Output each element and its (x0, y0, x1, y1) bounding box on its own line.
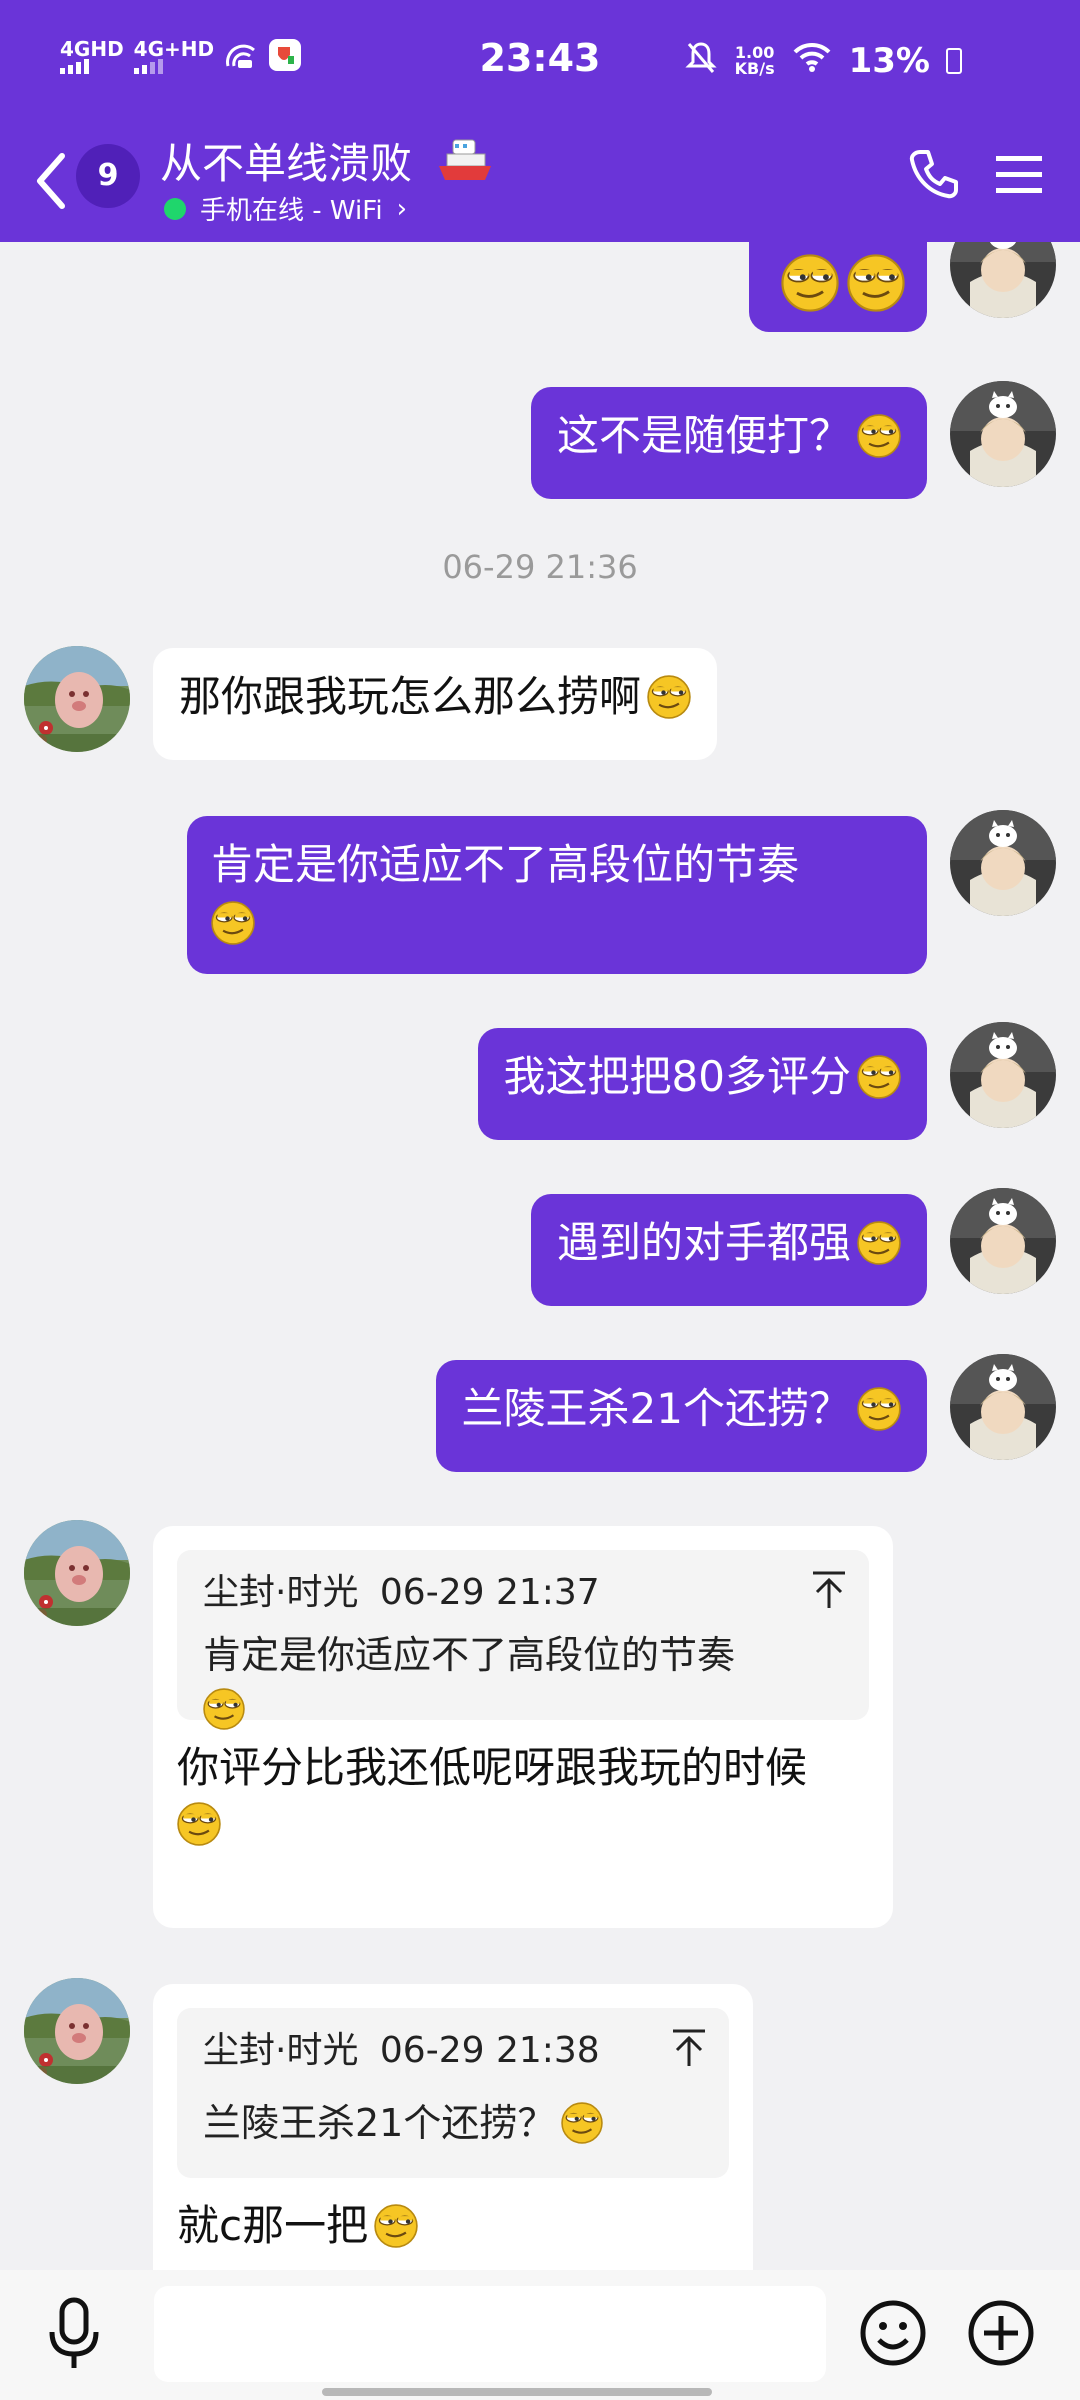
plus-icon (968, 2300, 1034, 2366)
smug-emoji-icon (857, 414, 901, 458)
reply-body: 就c那一把 (177, 2198, 729, 2254)
message-bubble[interactable]: 肯定是你适应不了高段位的节奏 (187, 816, 927, 974)
message-bubble[interactable]: 这不是随便打？ (530, 387, 927, 499)
emoji-icon (860, 2300, 926, 2366)
chat-title[interactable]: 从不单线溃败 (160, 130, 495, 194)
unread-badge[interactable]: 9 (76, 144, 140, 208)
jump-to-quote-icon[interactable] (671, 2028, 707, 2068)
mute-bell-icon (685, 40, 717, 82)
ship-emoji-icon (435, 136, 495, 194)
online-status-text: 手机在线 - WiFi (200, 196, 383, 226)
message-row (0, 242, 1080, 332)
chat-title-text: 从不单线溃败 (160, 139, 413, 188)
smug-emoji-icon (211, 901, 255, 945)
quote-body: 肯定是你适应不了高段位的节奏 (203, 1628, 843, 1736)
quote-header: 尘封·时光 06-29 21:37 (203, 1568, 843, 1618)
input-bar (0, 2270, 1080, 2400)
quote-text: 兰陵王杀21个还捞？ (203, 2101, 556, 2145)
smug-emoji-icon (857, 1387, 901, 1431)
contact-avatar[interactable] (24, 646, 130, 752)
phone-icon (909, 150, 958, 199)
message-bubble-emoji[interactable] (749, 242, 927, 332)
my-avatar[interactable] (950, 810, 1056, 916)
my-avatar[interactable] (950, 1354, 1056, 1460)
reply-message-bubble[interactable]: 尘封·时光 06-29 21:38 兰陵王杀21个还捞？ 就c那一把 (153, 1984, 753, 2270)
network-speed: 1.00 KB/s (735, 45, 775, 77)
smug-emoji-icon (374, 2204, 419, 2248)
my-avatar[interactable] (950, 381, 1056, 487)
quoted-message[interactable]: 尘封·时光 06-29 21:38 兰陵王杀21个还捞？ (177, 2008, 729, 2178)
message-bubble[interactable]: 兰陵王杀21个还捞？ (435, 1360, 927, 1472)
title-row: 9 从不单线溃败 手机在线 - WiFi › (0, 120, 1080, 242)
message-list[interactable]: 这不是随便打？ 06-29 21:36 那你跟我玩怎么那么捞啊 肯定是你适应不了… (0, 242, 1080, 2270)
battery-icon (946, 48, 962, 74)
message-text: 这不是随便打？ (556, 411, 851, 460)
quote-sender: 尘封·时光 (203, 1572, 359, 1613)
message-bubble[interactable]: 那你跟我玩怎么那么捞啊 (153, 648, 718, 760)
chat-header: 4GHD 4G+HD 23:43 1.00 KB/s 13% 9 从不单线溃败 … (0, 0, 1080, 242)
online-status[interactable]: 手机在线 - WiFi › (164, 190, 407, 227)
online-dot-icon (164, 197, 186, 220)
quote-sender: 尘封·时光 (203, 2030, 359, 2071)
message-input[interactable] (154, 2286, 826, 2382)
more-options-button[interactable] (966, 2298, 1036, 2372)
smug-emoji-icon (781, 254, 839, 312)
quote-time: 06-29 21:37 (379, 1572, 600, 1613)
smug-emoji-icon (847, 254, 905, 312)
microphone-icon (49, 2297, 99, 2368)
quote-body: 兰陵王杀21个还捞？ (203, 2096, 703, 2150)
back-button[interactable] (32, 148, 80, 214)
wifi-icon (793, 42, 831, 80)
message-text: 那你跟我玩怎么那么捞啊 (179, 672, 642, 721)
speed-unit: KB/s (734, 59, 775, 78)
smug-emoji-icon (561, 2102, 604, 2144)
quote-text: 肯定是你适应不了高段位的节奏 (203, 1633, 736, 1677)
reply-message-bubble[interactable]: 尘封·时光 06-29 21:37 肯定是你适应不了高段位的节奏 你评分比我还低… (153, 1526, 893, 1928)
menu-button[interactable] (994, 152, 1044, 200)
message-text: 你评分比我还低呢呀跟我玩的时候 (177, 1743, 808, 1792)
my-avatar[interactable] (950, 1188, 1056, 1294)
voice-button[interactable] (42, 2294, 106, 2378)
smug-emoji-icon (857, 1055, 901, 1099)
contact-avatar[interactable] (24, 1520, 130, 1626)
contact-avatar[interactable] (24, 1978, 130, 2084)
message-text: 就c那一把 (177, 2201, 369, 2250)
reply-body: 你评分比我还低呢呀跟我玩的时候 (177, 1740, 869, 1852)
quote-time: 06-29 21:38 (379, 2030, 600, 2071)
message-text: 遇到的对手都强 (556, 1218, 851, 1267)
smug-emoji-icon (177, 1802, 221, 1846)
smug-emoji-icon (203, 1688, 245, 1730)
status-right: 1.00 KB/s 13% (685, 40, 930, 82)
battery-percent: 13% (848, 41, 930, 81)
smug-emoji-icon (857, 1221, 901, 1265)
quote-header: 尘封·时光 06-29 21:38 (203, 2026, 703, 2076)
message-text: 兰陵王杀21个还捞？ (461, 1384, 851, 1433)
hamburger-menu-icon (996, 156, 1042, 193)
message-bubble[interactable]: 遇到的对手都强 (530, 1194, 927, 1306)
jump-to-quote-icon[interactable] (811, 1570, 847, 1610)
quoted-message[interactable]: 尘封·时光 06-29 21:37 肯定是你适应不了高段位的节奏 (177, 1550, 869, 1730)
message-text: 肯定是你适应不了高段位的节奏 (211, 840, 800, 889)
home-indicator[interactable] (322, 2388, 712, 2396)
call-button[interactable] (906, 146, 962, 206)
message-text: 我这把把80多评分 (503, 1052, 851, 1101)
emoji-button[interactable] (858, 2298, 928, 2372)
message-bubble[interactable]: 我这把把80多评分 (477, 1028, 927, 1140)
smug-emoji-icon (647, 675, 692, 719)
status-bar: 4GHD 4G+HD 23:43 1.00 KB/s 13% (0, 0, 1080, 120)
my-avatar[interactable] (950, 242, 1056, 318)
my-avatar[interactable] (950, 1022, 1056, 1128)
chevron-right-icon: › (396, 193, 407, 224)
timestamp: 06-29 21:36 (442, 548, 638, 586)
chevron-left-icon (37, 153, 65, 209)
